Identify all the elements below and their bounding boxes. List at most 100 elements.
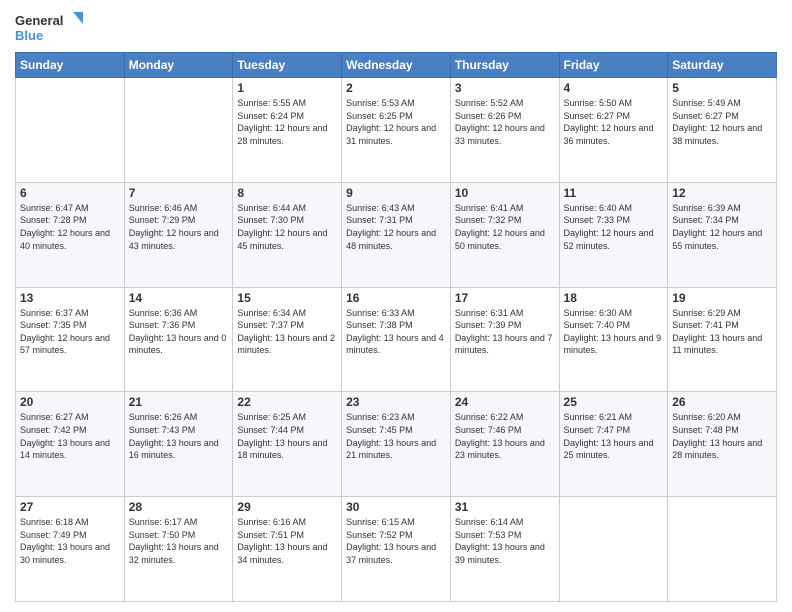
calendar-cell: 10 Sunrise: 6:41 AMSunset: 7:32 PMDayligh… <box>450 182 559 287</box>
calendar-cell <box>124 78 233 183</box>
logo-svg: General Blue <box>15 10 85 46</box>
calendar-cell <box>668 497 777 602</box>
day-number: 22 <box>237 395 337 409</box>
day-info: Sunrise: 6:27 AMSunset: 7:42 PMDaylight:… <box>20 411 120 461</box>
day-number: 16 <box>346 291 446 305</box>
day-number: 4 <box>564 81 664 95</box>
day-number: 12 <box>672 186 772 200</box>
calendar-cell: 23 Sunrise: 6:23 AMSunset: 7:45 PMDayligh… <box>342 392 451 497</box>
day-number: 1 <box>237 81 337 95</box>
day-info: Sunrise: 6:14 AMSunset: 7:53 PMDaylight:… <box>455 516 555 566</box>
day-info: Sunrise: 6:46 AMSunset: 7:29 PMDaylight:… <box>129 202 229 252</box>
calendar-cell: 11 Sunrise: 6:40 AMSunset: 7:33 PMDayligh… <box>559 182 668 287</box>
calendar-cell: 24 Sunrise: 6:22 AMSunset: 7:46 PMDayligh… <box>450 392 559 497</box>
page: General Blue SundayMondayTuesdayWednesda… <box>0 0 792 612</box>
day-info: Sunrise: 6:47 AMSunset: 7:28 PMDaylight:… <box>20 202 120 252</box>
calendar-cell: 27 Sunrise: 6:18 AMSunset: 7:49 PMDayligh… <box>16 497 125 602</box>
day-info: Sunrise: 6:20 AMSunset: 7:48 PMDaylight:… <box>672 411 772 461</box>
day-info: Sunrise: 6:26 AMSunset: 7:43 PMDaylight:… <box>129 411 229 461</box>
calendar-cell: 18 Sunrise: 6:30 AMSunset: 7:40 PMDayligh… <box>559 287 668 392</box>
day-info: Sunrise: 6:16 AMSunset: 7:51 PMDaylight:… <box>237 516 337 566</box>
calendar-cell: 2 Sunrise: 5:53 AMSunset: 6:25 PMDaylight… <box>342 78 451 183</box>
week-row-1: 1 Sunrise: 5:55 AMSunset: 6:24 PMDaylight… <box>16 78 777 183</box>
day-number: 13 <box>20 291 120 305</box>
day-info: Sunrise: 6:21 AMSunset: 7:47 PMDaylight:… <box>564 411 664 461</box>
week-row-3: 13 Sunrise: 6:37 AMSunset: 7:35 PMDayligh… <box>16 287 777 392</box>
calendar-cell: 29 Sunrise: 6:16 AMSunset: 7:51 PMDayligh… <box>233 497 342 602</box>
calendar-cell: 1 Sunrise: 5:55 AMSunset: 6:24 PMDaylight… <box>233 78 342 183</box>
calendar-cell: 16 Sunrise: 6:33 AMSunset: 7:38 PMDayligh… <box>342 287 451 392</box>
day-info: Sunrise: 6:44 AMSunset: 7:30 PMDaylight:… <box>237 202 337 252</box>
day-info: Sunrise: 5:53 AMSunset: 6:25 PMDaylight:… <box>346 97 446 147</box>
day-info: Sunrise: 6:18 AMSunset: 7:49 PMDaylight:… <box>20 516 120 566</box>
day-number: 24 <box>455 395 555 409</box>
week-row-2: 6 Sunrise: 6:47 AMSunset: 7:28 PMDaylight… <box>16 182 777 287</box>
svg-text:General: General <box>15 13 63 28</box>
calendar-cell <box>559 497 668 602</box>
day-info: Sunrise: 5:55 AMSunset: 6:24 PMDaylight:… <box>237 97 337 147</box>
day-number: 31 <box>455 500 555 514</box>
day-number: 8 <box>237 186 337 200</box>
calendar-cell: 3 Sunrise: 5:52 AMSunset: 6:26 PMDaylight… <box>450 78 559 183</box>
calendar-cell <box>16 78 125 183</box>
day-number: 30 <box>346 500 446 514</box>
day-number: 20 <box>20 395 120 409</box>
day-info: Sunrise: 5:52 AMSunset: 6:26 PMDaylight:… <box>455 97 555 147</box>
day-number: 6 <box>20 186 120 200</box>
day-info: Sunrise: 6:33 AMSunset: 7:38 PMDaylight:… <box>346 307 446 357</box>
weekday-header-wednesday: Wednesday <box>342 53 451 78</box>
day-info: Sunrise: 6:41 AMSunset: 7:32 PMDaylight:… <box>455 202 555 252</box>
weekday-header-row: SundayMondayTuesdayWednesdayThursdayFrid… <box>16 53 777 78</box>
calendar-cell: 5Sunrise: 5:49 AMSunset: 6:27 PMDaylight… <box>668 78 777 183</box>
calendar-cell: 6 Sunrise: 6:47 AMSunset: 7:28 PMDaylight… <box>16 182 125 287</box>
day-info: Sunrise: 5:50 AMSunset: 6:27 PMDaylight:… <box>564 97 664 147</box>
logo: General Blue <box>15 10 85 46</box>
day-info: Sunrise: 6:39 AMSunset: 7:34 PMDaylight:… <box>672 202 772 252</box>
calendar-cell: 19 Sunrise: 6:29 AMSunset: 7:41 PMDayligh… <box>668 287 777 392</box>
day-info: Sunrise: 6:36 AMSunset: 7:36 PMDaylight:… <box>129 307 229 357</box>
svg-text:Blue: Blue <box>15 28 43 43</box>
day-number: 18 <box>564 291 664 305</box>
calendar-cell: 25 Sunrise: 6:21 AMSunset: 7:47 PMDayligh… <box>559 392 668 497</box>
weekday-header-monday: Monday <box>124 53 233 78</box>
day-number: 25 <box>564 395 664 409</box>
day-number: 9 <box>346 186 446 200</box>
day-info: Sunrise: 6:15 AMSunset: 7:52 PMDaylight:… <box>346 516 446 566</box>
calendar-cell: 4 Sunrise: 5:50 AMSunset: 6:27 PMDaylight… <box>559 78 668 183</box>
day-info: Sunrise: 6:30 AMSunset: 7:40 PMDaylight:… <box>564 307 664 357</box>
calendar-cell: 28Sunrise: 6:17 AMSunset: 7:50 PMDayligh… <box>124 497 233 602</box>
calendar-cell: 14Sunrise: 6:36 AMSunset: 7:36 PMDayligh… <box>124 287 233 392</box>
day-number: 27 <box>20 500 120 514</box>
calendar-cell: 30 Sunrise: 6:15 AMSunset: 7:52 PMDayligh… <box>342 497 451 602</box>
day-info: Sunrise: 6:40 AMSunset: 7:33 PMDaylight:… <box>564 202 664 252</box>
calendar-table: SundayMondayTuesdayWednesdayThursdayFrid… <box>15 52 777 602</box>
day-info: Sunrise: 6:43 AMSunset: 7:31 PMDaylight:… <box>346 202 446 252</box>
day-number: 2 <box>346 81 446 95</box>
day-info: Sunrise: 6:23 AMSunset: 7:45 PMDaylight:… <box>346 411 446 461</box>
day-number: 23 <box>346 395 446 409</box>
day-number: 19 <box>672 291 772 305</box>
calendar-cell: 20 Sunrise: 6:27 AMSunset: 7:42 PMDayligh… <box>16 392 125 497</box>
day-number: 11 <box>564 186 664 200</box>
calendar-cell: 31 Sunrise: 6:14 AMSunset: 7:53 PMDayligh… <box>450 497 559 602</box>
day-number: 26 <box>672 395 772 409</box>
day-number: 17 <box>455 291 555 305</box>
calendar-cell: 22Sunrise: 6:25 AMSunset: 7:44 PMDayligh… <box>233 392 342 497</box>
day-info: Sunrise: 6:29 AMSunset: 7:41 PMDaylight:… <box>672 307 772 357</box>
day-number: 21 <box>129 395 229 409</box>
day-info: Sunrise: 6:37 AMSunset: 7:35 PMDaylight:… <box>20 307 120 357</box>
day-number: 10 <box>455 186 555 200</box>
calendar-cell: 7Sunrise: 6:46 AMSunset: 7:29 PMDaylight… <box>124 182 233 287</box>
calendar-cell: 8 Sunrise: 6:44 AMSunset: 7:30 PMDaylight… <box>233 182 342 287</box>
day-info: Sunrise: 6:22 AMSunset: 7:46 PMDaylight:… <box>455 411 555 461</box>
day-number: 3 <box>455 81 555 95</box>
weekday-header-saturday: Saturday <box>668 53 777 78</box>
week-row-4: 20 Sunrise: 6:27 AMSunset: 7:42 PMDayligh… <box>16 392 777 497</box>
weekday-header-friday: Friday <box>559 53 668 78</box>
day-number: 15 <box>237 291 337 305</box>
day-number: 29 <box>237 500 337 514</box>
calendar-cell: 15Sunrise: 6:34 AMSunset: 7:37 PMDayligh… <box>233 287 342 392</box>
day-info: Sunrise: 5:49 AMSunset: 6:27 PMDaylight:… <box>672 97 772 147</box>
calendar-cell: 26 Sunrise: 6:20 AMSunset: 7:48 PMDayligh… <box>668 392 777 497</box>
day-number: 28 <box>129 500 229 514</box>
